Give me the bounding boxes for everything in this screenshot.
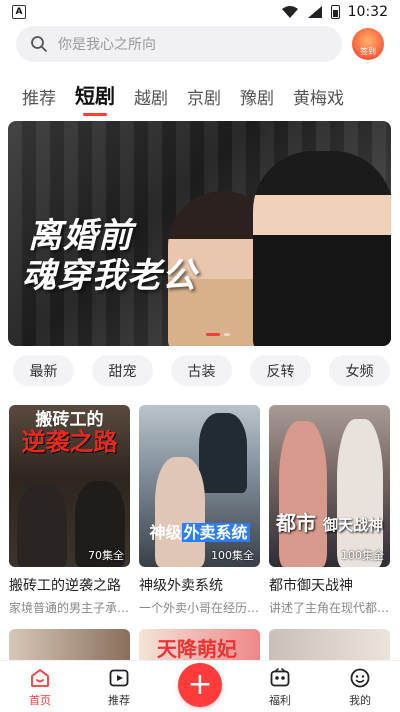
drama-description: 讲述了主角在现代都市... (269, 601, 390, 615)
nav-mine-label: 我的 (349, 694, 371, 707)
nav-home[interactable]: 首页 (10, 667, 70, 708)
drama-card[interactable]: 搬砖工的 逆袭之路 70集全 搬砖工的逆袭之路 家境普通的男主子承父业... (9, 405, 130, 616)
drama-title[interactable]: 搬砖工的逆袭之路 (9, 575, 130, 595)
filter-chips: 最新 甜宠 古装 反转 女频 (13, 355, 390, 386)
wifi-icon (281, 6, 298, 18)
poster-figure (17, 485, 67, 567)
chip-sweet[interactable]: 甜宠 (92, 355, 153, 386)
search-placeholder: 你是我心之所向 (58, 37, 156, 53)
tab-huangmei-opera[interactable]: 黄梅戏 (293, 84, 344, 109)
poster-title-line2: 逆袭之路 (21, 428, 118, 456)
featured-banner[interactable]: 离婚前 魂穿我老公 (8, 121, 391, 346)
banner-dot (224, 333, 230, 336)
episode-badge: 70集全 (88, 549, 124, 562)
episode-badge: 100集全 (341, 549, 384, 562)
gift-icon (270, 668, 290, 687)
checkin-button[interactable]: 签到 (352, 28, 384, 60)
chip-female[interactable]: 女频 (329, 355, 390, 386)
search-icon (31, 36, 47, 52)
drama-poster[interactable]: 都市 御天战神 100集全 (269, 405, 390, 567)
poster-title-line1: 搬砖工的 (35, 410, 104, 430)
poster-figure (337, 419, 383, 567)
profile-icon (350, 668, 370, 688)
banner-dot-active (206, 333, 220, 336)
drama-description: 一个外卖小哥在经历了... (139, 601, 260, 615)
poster-title: 神级 外卖系统 (139, 519, 260, 543)
tab-peking-opera[interactable]: 京剧 (187, 84, 221, 109)
drama-card[interactable]: 神级 外卖系统 100集全 神级外卖系统 一个外卖小哥在经历了... (139, 405, 260, 616)
status-right: 10:32 (281, 4, 388, 20)
checkin-label: 签到 (360, 47, 376, 56)
nav-welfare[interactable]: 福利 (250, 667, 310, 708)
drama-grid: 搬砖工的 逆袭之路 70集全 搬砖工的逆袭之路 家境普通的男主子承父业... 神… (9, 405, 390, 616)
plus-icon: + (187, 667, 213, 702)
drama-card[interactable]: 都市 御天战神 100集全 都市御天战神 讲述了主角在现代都市... (269, 405, 390, 616)
chip-twist[interactable]: 反转 (250, 355, 311, 386)
poster-figure (199, 413, 247, 493)
poster-title: 天降萌妃 (157, 637, 237, 661)
poster-title-line1: 都市 (276, 511, 316, 535)
signal-icon (307, 6, 322, 18)
notification-icon: A (12, 5, 26, 19)
status-time: 10:32 (347, 4, 388, 20)
home-icon (31, 669, 49, 687)
drama-description: 家境普通的男主子承父业... (9, 601, 130, 615)
drama-title[interactable]: 神级外卖系统 (139, 575, 260, 595)
banner-actor-image (253, 151, 391, 346)
nav-welfare-label: 福利 (269, 694, 291, 707)
tab-yue-opera[interactable]: 越剧 (134, 84, 168, 109)
banner-title-line1: 离婚前 (28, 216, 133, 256)
drama-poster[interactable]: 神级 外卖系统 100集全 (139, 405, 260, 567)
nav-recommend[interactable]: 推荐 (89, 667, 149, 708)
status-left: A (12, 5, 26, 19)
poster-title: 搬砖工的 逆袭之路 (9, 409, 130, 456)
banner-title: 离婚前 魂穿我老公 (22, 216, 197, 296)
chip-latest[interactable]: 最新 (13, 355, 74, 386)
poster-figure (279, 421, 327, 567)
poster-title-line2: 外卖系统 (181, 523, 250, 542)
poster-title: 都市 御天战神 (269, 507, 390, 536)
drama-title[interactable]: 都市御天战神 (269, 575, 390, 595)
play-icon (109, 669, 129, 687)
add-button[interactable]: + (178, 663, 222, 707)
poster-title-line2: 御天战神 (322, 516, 383, 534)
episode-badge: 100集全 (211, 549, 254, 562)
nav-recommend-label: 推荐 (108, 694, 130, 707)
banner-title-line2: 魂穿我老公 (22, 256, 197, 296)
category-tabs: 推荐 短剧 越剧 京剧 豫剧 黄梅戏 (22, 80, 363, 116)
status-bar: A 10:32 (0, 0, 400, 24)
tab-recommend[interactable]: 推荐 (22, 84, 56, 109)
search-input[interactable]: 你是我心之所向 (16, 26, 342, 62)
nav-mine[interactable]: 我的 (330, 667, 390, 708)
banner-pagination (206, 333, 230, 336)
poster-figure (155, 457, 205, 567)
battery-icon (330, 5, 340, 19)
poster-title-line1: 神级 (149, 523, 182, 542)
drama-poster[interactable]: 搬砖工的 逆袭之路 70集全 (9, 405, 130, 567)
tab-short-drama[interactable]: 短剧 (75, 80, 115, 116)
nav-home-label: 首页 (29, 694, 51, 707)
chip-costume[interactable]: 古装 (171, 355, 232, 386)
tab-yu-opera[interactable]: 豫剧 (240, 84, 274, 109)
